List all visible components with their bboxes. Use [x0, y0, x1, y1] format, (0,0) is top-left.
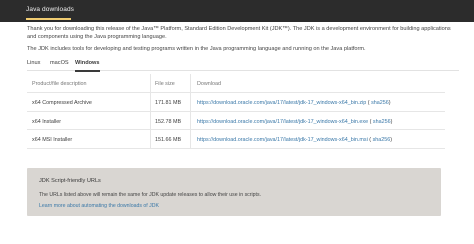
table-header: Product/file description File size Downl…	[27, 74, 445, 93]
row-description: x64 Compressed Archive	[32, 100, 92, 106]
table-row: x64 Compressed Archive 171.81 MB https:/…	[27, 93, 445, 112]
notice-text: The URLs listed above will remain the sa…	[39, 192, 262, 198]
sha256-link[interactable]: sha256	[371, 100, 389, 106]
download-link[interactable]: https://download.oracle.com/java/17/late…	[197, 100, 366, 106]
column-divider	[190, 74, 191, 92]
row-description: x64 MSI Installer	[32, 137, 73, 143]
header-file-size: File size	[155, 81, 175, 87]
sha256-link[interactable]: sha256	[373, 137, 391, 143]
column-divider	[150, 93, 151, 111]
column-divider	[190, 111, 191, 129]
row-file-size: 171.81 MB	[155, 100, 182, 106]
notice-heading: JDK Script-friendly URLs	[39, 178, 101, 184]
row-file-size: 152.78 MB	[155, 118, 182, 125]
header-description: Product/file description	[32, 81, 87, 87]
intro-paragraph-1: Thank you for downloading this release o…	[27, 26, 451, 40]
row-download: https://download.oracle.com/java/17/late…	[197, 100, 391, 106]
header-active-underline	[26, 18, 71, 20]
row-download: https://download.oracle.com/java/17/late…	[197, 137, 393, 143]
download-link[interactable]: https://download.oracle.com/java/17/late…	[197, 137, 368, 143]
os-tabs: Linux macOS Windows	[27, 59, 459, 72]
header-title[interactable]: Java downloads	[26, 6, 74, 13]
learn-more-link[interactable]: Learn more about automating the download…	[39, 203, 159, 209]
tab-windows[interactable]: Windows	[75, 60, 100, 72]
row-download: https://download.oracle.com/java/17/late…	[197, 118, 393, 125]
table-row: x64 MSI Installer 151.66 MB https://down…	[27, 130, 445, 149]
row-description: x64 Installer	[32, 118, 62, 125]
script-urls-notice: JDK Script-friendly URLs The URLs listed…	[27, 168, 441, 216]
header-download: Download	[197, 81, 221, 87]
column-divider	[150, 111, 151, 129]
tab-linux[interactable]: Linux	[27, 60, 40, 70]
download-link[interactable]: https://download.oracle.com/java/17/late…	[197, 119, 368, 125]
column-divider	[150, 74, 151, 92]
column-divider	[150, 130, 151, 148]
row-file-size: 151.66 MB	[155, 137, 182, 143]
intro-text: Thank you for downloading this release o…	[27, 26, 457, 57]
downloads-table: Product/file description File size Downl…	[27, 74, 445, 149]
column-divider	[190, 130, 191, 148]
site-header: Java downloads	[0, 0, 474, 22]
intro-paragraph-2: The JDK includes tools for developing an…	[27, 45, 366, 52]
tab-macos[interactable]: macOS	[50, 60, 69, 70]
column-divider	[190, 93, 191, 111]
table-row: x64 Installer 152.78 MB https://download…	[27, 111, 445, 130]
sha256-link[interactable]: sha256	[373, 119, 391, 125]
